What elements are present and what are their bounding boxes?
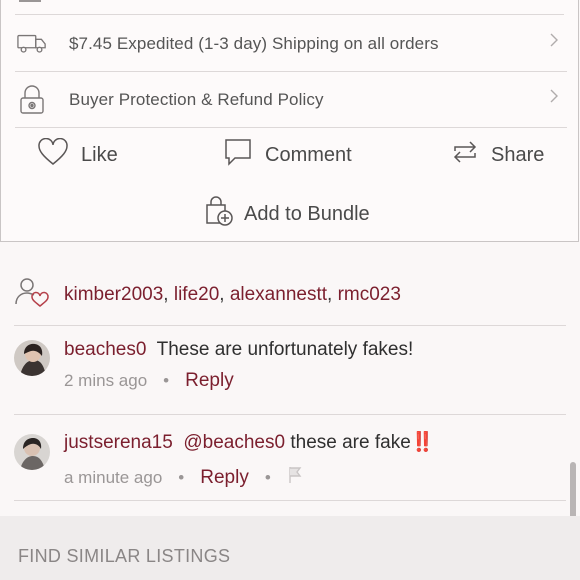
liker-link[interactable]: rmc023 xyxy=(338,284,401,305)
people-heart-icon xyxy=(14,276,50,313)
comment-icon xyxy=(223,138,253,172)
shipping-text: $7.45 Expedited (1-3 day) Shipping on al… xyxy=(69,33,439,53)
avatar[interactable] xyxy=(14,340,50,376)
comment-time: a minute ago xyxy=(64,467,163,487)
flag-icon[interactable] xyxy=(287,466,303,489)
comment-username[interactable]: justserena15 xyxy=(64,432,173,453)
share-label: Share xyxy=(491,143,545,166)
meta-separator: • xyxy=(163,371,170,390)
social-actions: Like Comment Share xyxy=(1,128,580,186)
divider xyxy=(14,414,566,415)
likes-row: kimber2003, life20, alexannestt, rmc023 xyxy=(14,276,401,313)
listing-info-card: $7.45 Expedited (1-3 day) Shipping on al… xyxy=(0,0,579,242)
separator: , xyxy=(163,283,174,305)
separator: , xyxy=(219,283,230,305)
comment-text: justserena15 @beaches0 these are fake‼️ xyxy=(64,430,434,454)
buyer-protection-text: Buyer Protection & Refund Policy xyxy=(69,89,324,109)
top-edge-mark xyxy=(19,0,41,2)
reply-button[interactable]: Reply xyxy=(185,370,234,392)
likers-list: kimber2003, life20, alexannestt, rmc023 xyxy=(64,284,401,306)
comment-meta: 2 mins ago • Reply xyxy=(64,370,234,392)
double-exclamation-emoji: ‼️ xyxy=(410,432,435,453)
comment-text: beaches0 These are unfortunately fakes! xyxy=(64,339,413,361)
avatar[interactable] xyxy=(14,434,50,470)
separator: , xyxy=(327,283,338,305)
share-icon xyxy=(451,138,479,172)
heart-icon xyxy=(37,137,69,172)
chevron-right-icon xyxy=(549,88,559,109)
bundle-bag-icon xyxy=(204,196,234,232)
comment-username[interactable]: beaches0 xyxy=(64,339,146,360)
reply-button[interactable]: Reply xyxy=(200,467,249,489)
find-similar-title: FIND SIMILAR LISTINGS xyxy=(18,546,231,566)
add-to-bundle-label: Add to Bundle xyxy=(244,202,370,225)
meta-separator: • xyxy=(178,467,185,487)
meta-separator: • xyxy=(264,467,271,487)
divider xyxy=(14,325,566,326)
liker-link[interactable]: life20 xyxy=(174,284,219,305)
divider xyxy=(14,500,566,501)
comment-time: 2 mins ago xyxy=(64,371,148,390)
find-similar-section: FIND SIMILAR LISTINGS xyxy=(0,516,580,580)
comment-label: Comment xyxy=(265,143,352,166)
comment-body: these are fake xyxy=(290,432,411,453)
buyer-protection-row[interactable]: Buyer Protection & Refund Policy xyxy=(15,72,567,128)
truck-icon xyxy=(17,29,47,59)
like-button[interactable]: Like xyxy=(37,137,118,172)
share-button[interactable]: Share xyxy=(451,138,544,172)
chevron-right-icon xyxy=(549,32,559,53)
comment-mention[interactable]: @beaches0 xyxy=(183,432,285,453)
comment-button[interactable]: Comment xyxy=(223,138,352,172)
liker-link[interactable]: kimber2003 xyxy=(64,284,163,305)
comment-meta: a minute ago • Reply • xyxy=(64,466,303,489)
shipping-row[interactable]: $7.45 Expedited (1-3 day) Shipping on al… xyxy=(15,16,567,72)
lock-icon xyxy=(17,84,47,115)
liker-link[interactable]: alexannestt xyxy=(230,284,327,305)
like-label: Like xyxy=(81,143,118,166)
divider xyxy=(15,14,564,15)
add-to-bundle-button[interactable]: Add to Bundle xyxy=(204,196,370,232)
comment-body: These are unfortunately fakes! xyxy=(156,339,414,360)
